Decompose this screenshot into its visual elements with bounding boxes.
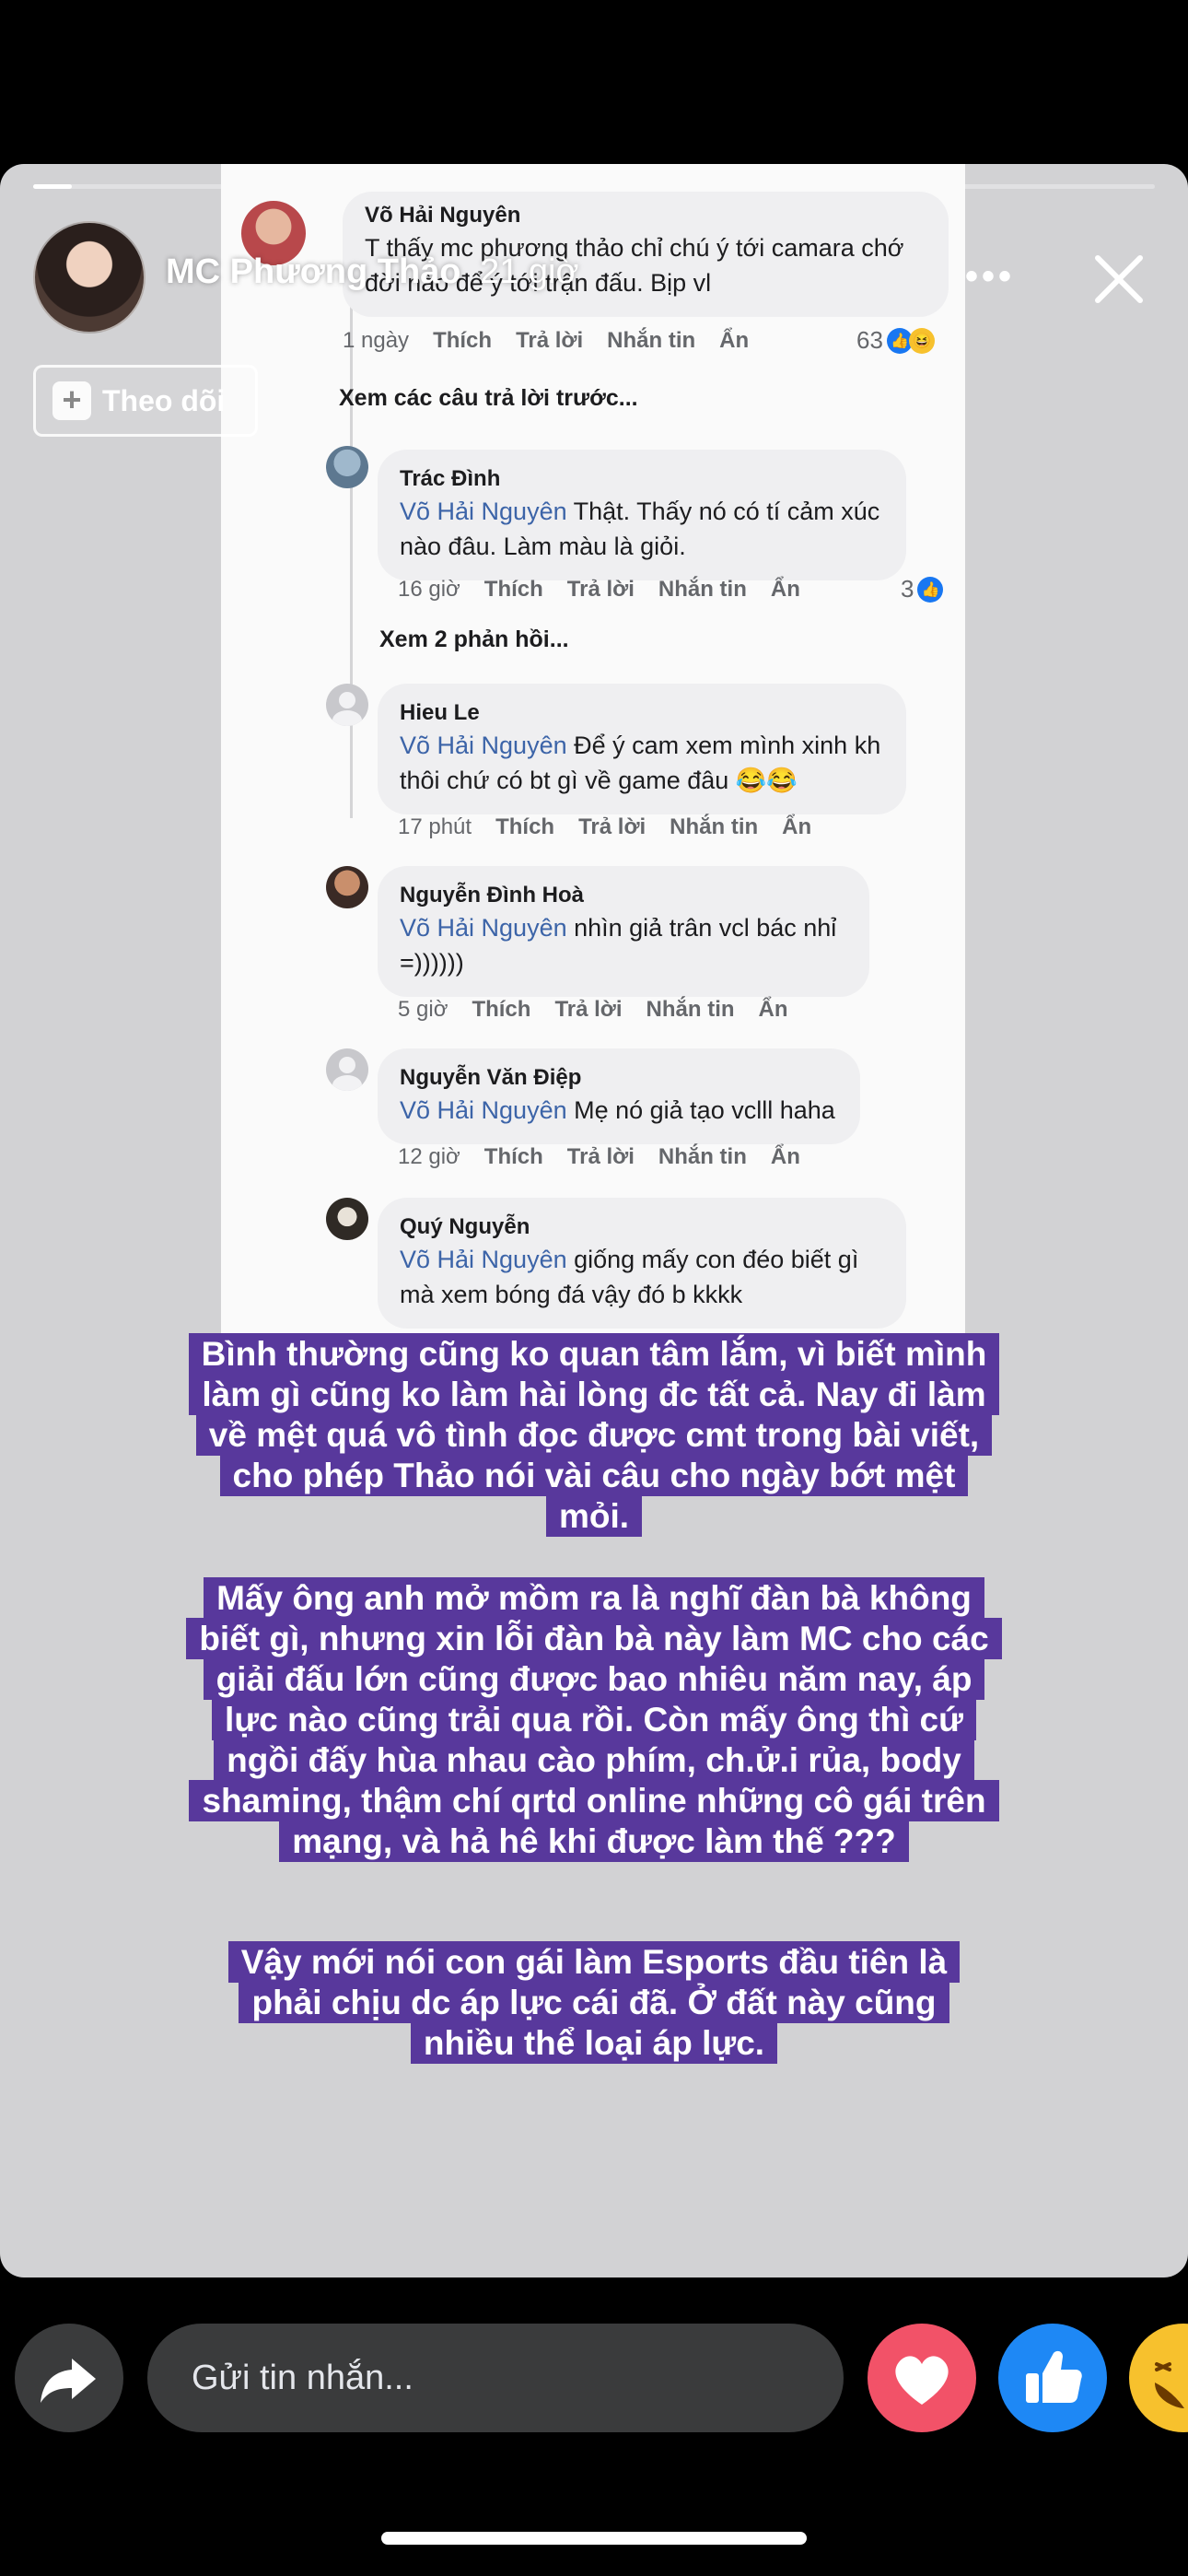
add-follow-icon: + <box>52 381 91 420</box>
caption-text: Bình thường cũng ko quan tâm lắm, vì biế… <box>188 1333 1000 1537</box>
story-progress-fill <box>33 184 72 189</box>
reply-mention: Võ Hải Nguyên <box>400 1246 567 1273</box>
like-link: Thích <box>472 997 531 1022</box>
like-link: Thích <box>483 577 543 602</box>
like-link: Thích <box>433 328 493 353</box>
caption-block-2: Mấy ông anh mở mồm ra là nghĩ đàn bà khô… <box>0 1577 1188 1862</box>
story-header-user[interactable]: MC Phương Thảo 21 giờ <box>166 252 578 292</box>
message-link: Nhắn tin <box>658 1144 747 1169</box>
reply-bubble: Nguyễn Văn Điệp Võ Hải Nguyên Mẹ nó giả … <box>378 1048 860 1144</box>
thumbs-up-icon <box>1026 2350 1082 2403</box>
reply-actions: 12 giờ Thích Trả lời Nhắn tin Ẩn <box>398 1144 824 1170</box>
reply-mention: Võ Hải Nguyên <box>400 914 567 942</box>
reaction-number: 3 <box>901 575 914 603</box>
reaction-count: 3 👍 <box>901 575 944 603</box>
reply-actions: 17 phút Thích Trả lời Nhắn tin Ẩn <box>398 814 835 840</box>
reply-mention: Võ Hải Nguyên <box>400 1096 567 1124</box>
reply-avatar <box>326 1048 368 1091</box>
hide-link: Ẩn <box>719 328 750 353</box>
heart-icon <box>895 2356 949 2405</box>
reply-time: 16 giờ <box>398 577 460 602</box>
more-options-button[interactable]: ••• <box>965 256 1015 298</box>
reply-link: Trả lời <box>566 577 635 602</box>
reaction-number: 63 <box>856 326 883 354</box>
reply-bubble: Quý Nguyễn Võ Hải Nguyên giống mấy con đ… <box>378 1198 906 1329</box>
reply-name: Quý Nguyễn <box>400 1214 530 1239</box>
reaction-count: 63 👍 😆 <box>856 326 935 355</box>
user-name[interactable]: MC Phương Thảo <box>166 252 461 291</box>
like-link: Thích <box>495 814 555 839</box>
haha-reaction-button[interactable] <box>1129 2324 1188 2432</box>
reply-name: Nguyễn Văn Điệp <box>400 1065 582 1090</box>
message-link: Nhắn tin <box>670 814 759 839</box>
reply-avatar <box>326 1198 368 1240</box>
caption-text: Mấy ông anh mở mồm ra là nghĩ đàn bà khô… <box>186 1577 1002 1862</box>
caption-block-1: Bình thường cũng ko quan tâm lắm, vì biế… <box>0 1333 1188 1537</box>
reply-name: Hieu Le <box>400 700 480 725</box>
thread-line <box>350 284 353 818</box>
haha-reaction-icon: 😆 <box>908 327 935 354</box>
message-link: Nhắn tin <box>658 577 747 602</box>
reply-bubble: Trác Đình Võ Hải Nguyên Thật. Thấy nó có… <box>378 450 906 580</box>
story-card[interactable]: Võ Hải Nguyên T thấy mc phương thảo chỉ … <box>0 164 1188 2277</box>
follow-button[interactable]: + Theo dõi <box>33 365 258 437</box>
share-button[interactable] <box>15 2324 123 2432</box>
reply-bubble: Hieu Le Võ Hải Nguyên Để ý cam xem mình … <box>378 684 906 814</box>
close-button[interactable] <box>1087 247 1151 311</box>
story-time: 21 giờ <box>480 252 579 291</box>
share-icon <box>41 2359 96 2403</box>
hide-link: Ẩn <box>770 1144 800 1169</box>
see-more-replies: Xem 2 phản hồi... <box>379 626 569 652</box>
reply-time: 17 phút <box>398 814 472 839</box>
reply-link: Trả lời <box>516 328 584 353</box>
caption-text: Vậy mới nói con gái làm Esports đầu tiên… <box>227 1941 961 2064</box>
message-input[interactable]: Gửi tin nhắn... <box>147 2324 844 2432</box>
reply-link: Trả lời <box>566 1144 635 1169</box>
caption-block-3: Vậy mới nói con gái làm Esports đầu tiên… <box>0 1941 1188 2064</box>
reply-name: Trác Đình <box>400 466 501 491</box>
reply-time: 5 giờ <box>398 997 448 1022</box>
message-link: Nhắn tin <box>646 997 735 1022</box>
reply-bubble: Nguyễn Đình Hoà Võ Hải Nguyên nhìn giả t… <box>378 866 869 997</box>
see-previous-replies: Xem các câu trả lời trước... <box>339 385 638 411</box>
commenter-name: Võ Hải Nguyên <box>365 203 521 228</box>
reply-mention: Võ Hải Nguyên <box>400 732 567 759</box>
like-reaction-icon: 👍 <box>917 576 944 603</box>
follow-label: Theo dõi <box>102 383 226 417</box>
reply-avatar <box>326 684 368 726</box>
message-link: Nhắn tin <box>607 328 696 353</box>
like-link: Thích <box>483 1144 543 1169</box>
reply-avatar <box>326 866 368 908</box>
reply-link: Trả lời <box>578 814 646 839</box>
reply-text: Mẹ nó giả tạo vclll haha <box>566 1096 835 1124</box>
comment-actions: 1 ngày Thích Trả lời Nhắn tin Ẩn <box>343 328 773 354</box>
comment-screenshot: Võ Hải Nguyên T thấy mc phương thảo chỉ … <box>221 164 965 1343</box>
hide-link: Ẩn <box>758 997 788 1022</box>
reply-mention: Võ Hải Nguyên <box>400 498 567 525</box>
reply-avatar <box>326 446 368 488</box>
hide-link: Ẩn <box>770 577 800 602</box>
reply-link: Trả lời <box>554 997 623 1022</box>
like-reaction-button[interactable] <box>998 2324 1107 2432</box>
comment-time: 1 ngày <box>343 328 410 353</box>
reply-actions: 16 giờ Thích Trả lời Nhắn tin Ẩn <box>398 577 824 603</box>
laughing-face-icon <box>1155 2362 1184 2408</box>
hide-link: Ẩn <box>782 814 812 839</box>
reply-name: Nguyễn Đình Hoà <box>400 883 585 907</box>
user-avatar[interactable] <box>33 221 146 334</box>
love-reaction-button[interactable] <box>868 2324 976 2432</box>
reply-actions: 5 giờ Thích Trả lời Nhắn tin Ẩn <box>398 997 812 1023</box>
home-indicator[interactable] <box>381 2532 807 2545</box>
close-icon <box>1095 255 1143 303</box>
reply-time: 12 giờ <box>398 1144 460 1169</box>
